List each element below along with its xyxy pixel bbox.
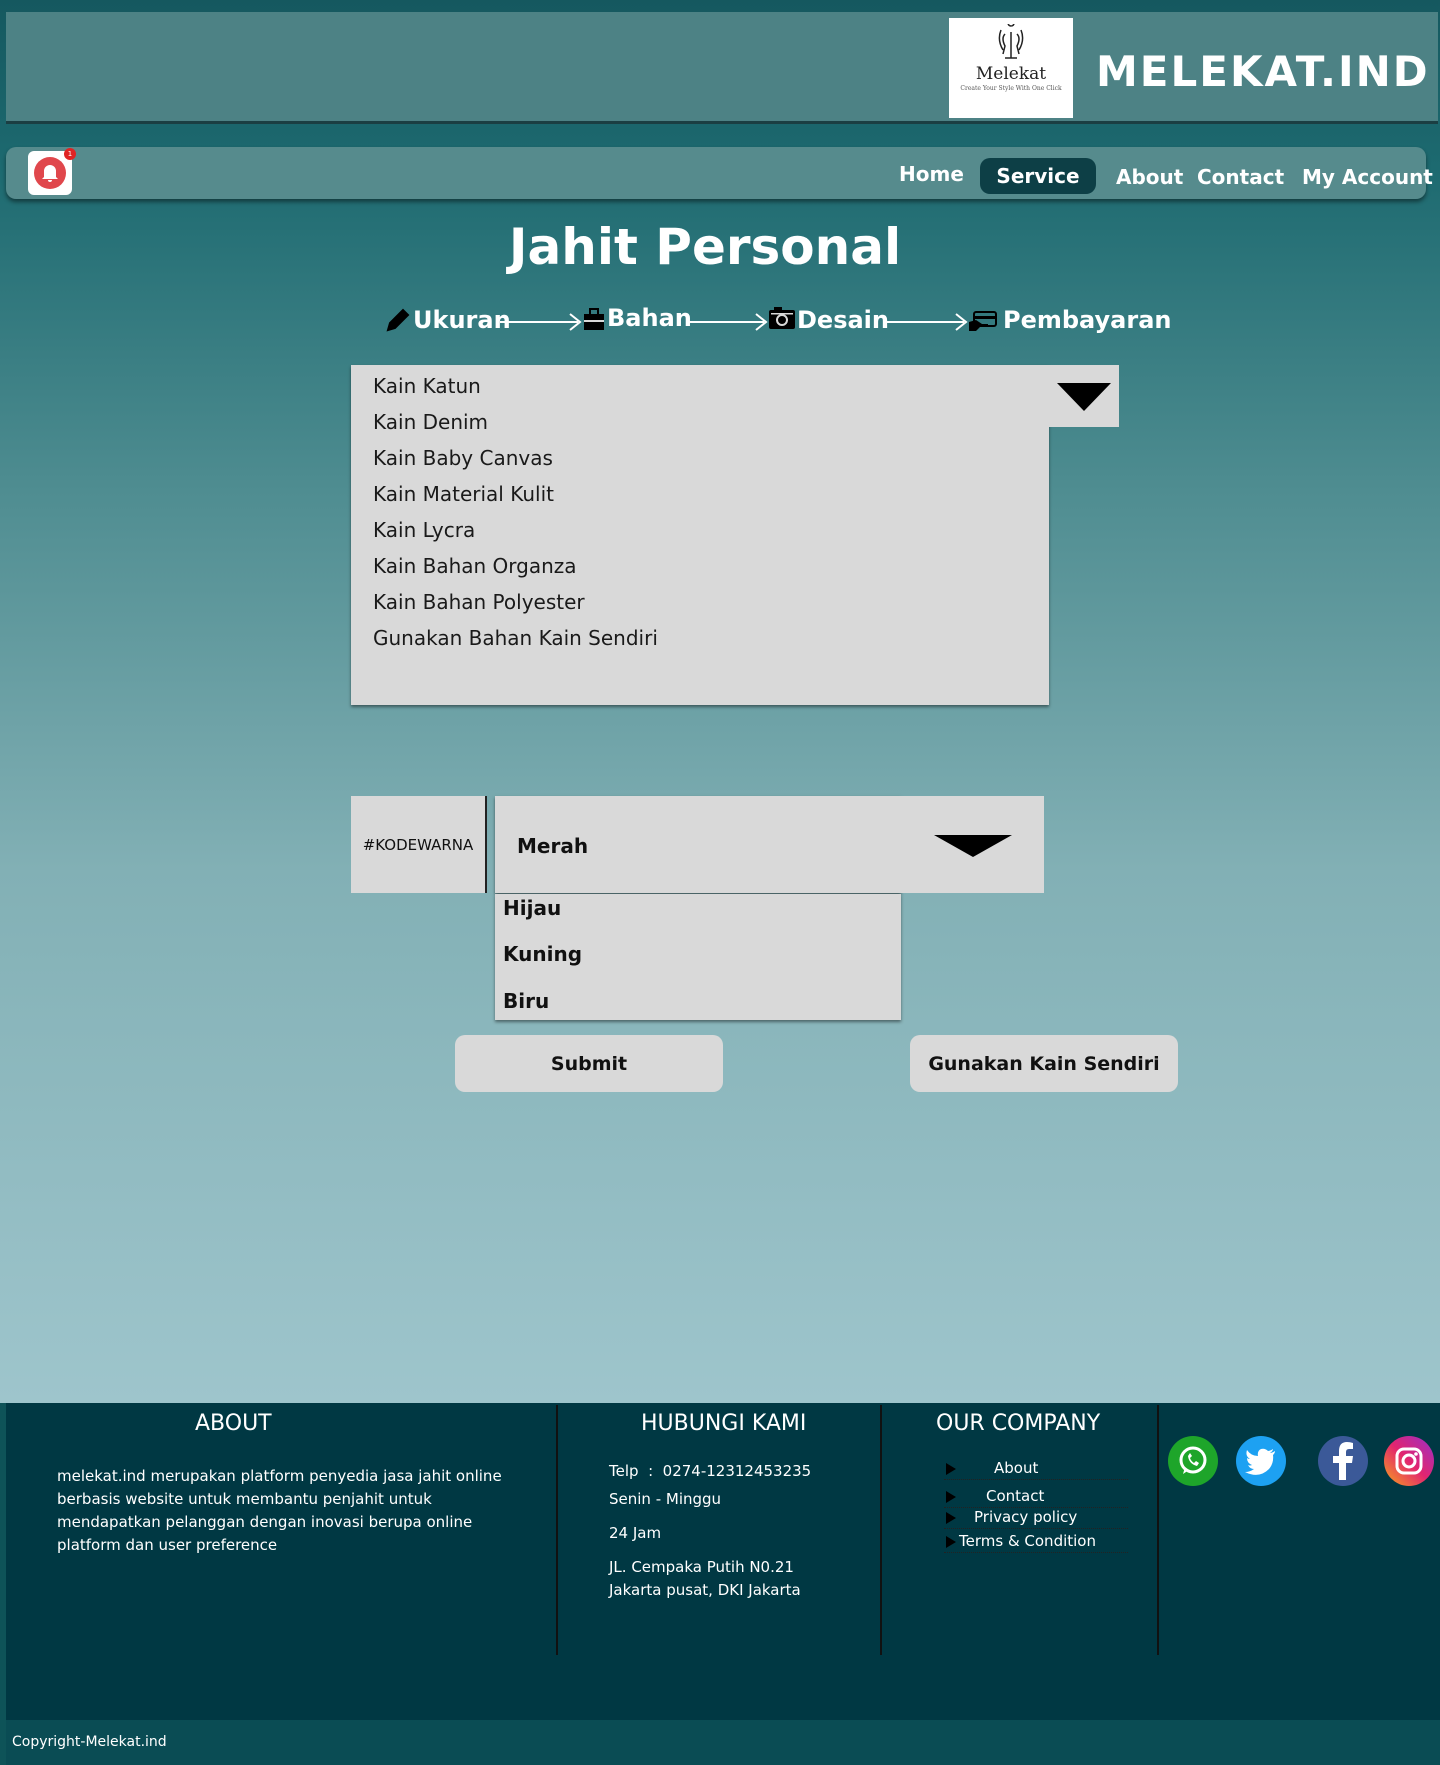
color-option[interactable]: Hijau (503, 896, 561, 920)
step-arrow-icon (686, 313, 768, 331)
facebook-icon[interactable] (1318, 1436, 1368, 1486)
submit-button[interactable]: Submit (455, 1035, 723, 1092)
step-desain[interactable]: Desain (797, 306, 889, 334)
footer-link-terms[interactable]: Terms & Condition (944, 1531, 1128, 1553)
bell-icon (34, 157, 66, 189)
footer-divider (556, 1405, 558, 1655)
fabric-select-list[interactable]: Kain Katun Kain Denim Kain Baby Canvas K… (351, 365, 1049, 705)
main-nav: 1 Home Service About Contact My Account (6, 147, 1433, 199)
fabric-option[interactable]: Kain Lycra (373, 518, 475, 542)
footer-about-heading: ABOUT (195, 1411, 272, 1436)
fabric-option[interactable]: Kain Bahan Polyester (373, 590, 585, 614)
step-pembayaran[interactable]: Pembayaran (1003, 306, 1171, 334)
color-selected-value: Merah (517, 834, 589, 858)
site-footer: ABOUT melekat.ind merupakan platform pen… (6, 1403, 1440, 1720)
color-code-label: #KODEWARNA (351, 796, 487, 893)
whatsapp-icon[interactable] (1168, 1436, 1218, 1486)
triangle-right-icon (946, 1536, 956, 1548)
own-fabric-button[interactable]: Gunakan Kain Sendiri (910, 1035, 1178, 1092)
fabric-option[interactable]: Kain Bahan Organza (373, 554, 577, 578)
footer-link-contact[interactable]: Contact (944, 1486, 1128, 1508)
notification-badge: 1 (64, 148, 76, 160)
page-title: Jahit Personal (508, 218, 902, 276)
footer-link-about[interactable]: About (944, 1458, 1128, 1480)
color-dropdown-toggle[interactable] (901, 796, 1044, 893)
footer-about-text: melekat.ind merupakan platform penyedia … (57, 1467, 502, 1554)
nav-service[interactable]: Service (980, 158, 1096, 194)
instagram-icon[interactable] (1384, 1436, 1434, 1486)
copyright-bar: Copyright-Melekat.ind (6, 1720, 1440, 1765)
fabric-option[interactable]: Kain Katun (373, 374, 481, 398)
step-bahan[interactable]: Bahan (607, 304, 692, 332)
fabric-dropdown-toggle[interactable] (1049, 365, 1119, 427)
footer-divider (880, 1405, 882, 1655)
triangle-down-icon (933, 834, 1012, 857)
footer-hours: 24 Jam (609, 1524, 662, 1542)
step-arrow-icon (500, 313, 582, 331)
twitter-icon[interactable] (1236, 1436, 1286, 1486)
payment-icon (969, 311, 997, 331)
footer-link-privacy[interactable]: Privacy policy (944, 1507, 1128, 1529)
triangle-down-icon (1057, 383, 1111, 411)
brand-name: MELEKAT.IND (1096, 47, 1430, 96)
color-select[interactable]: Merah (495, 796, 901, 893)
color-option[interactable]: Kuning (503, 942, 582, 966)
footer-address-line1: JL. Cempaka Putih N0.21 (609, 1558, 794, 1576)
logo-name: Melekat (975, 64, 1047, 84)
fabric-option[interactable]: Kain Material Kulit (373, 482, 554, 506)
briefcase-icon (584, 308, 604, 330)
footer-link-label: Contact (986, 1487, 1045, 1505)
step-ukuran[interactable]: Ukuran (413, 306, 511, 334)
logo[interactable]: Melekat Create Your Style With One Click (949, 18, 1073, 118)
triangle-right-icon (946, 1512, 956, 1524)
notification-button[interactable]: 1 (28, 148, 76, 195)
footer-divider (1157, 1405, 1159, 1655)
footer-phone: Telp : 0274-12312453235 (609, 1462, 812, 1480)
step-arrow-icon (886, 313, 968, 331)
footer-link-label: Terms & Condition (959, 1532, 1096, 1550)
color-options-list: Hijau Kuning Biru (495, 894, 901, 1020)
footer-link-label: About (994, 1459, 1039, 1477)
nav-contact[interactable]: Contact (1197, 165, 1284, 189)
footer-days: Senin - Minggu (609, 1490, 722, 1508)
nav-home[interactable]: Home (899, 162, 964, 186)
fabric-option[interactable]: Kain Baby Canvas (373, 446, 553, 470)
footer-company-heading: OUR COMPANY (936, 1411, 1101, 1436)
pencil-icon (386, 308, 410, 332)
mannequin-logo-icon (998, 24, 1024, 59)
triangle-right-icon (946, 1491, 956, 1503)
nav-about[interactable]: About (1116, 165, 1183, 189)
copyright-text: Copyright-Melekat.ind (12, 1734, 167, 1750)
fabric-option[interactable]: Kain Denim (373, 410, 488, 434)
triangle-right-icon (946, 1463, 956, 1475)
footer-link-label: Privacy policy (974, 1508, 1078, 1526)
footer-contact-heading: HUBUNGI KAMI (641, 1411, 807, 1436)
logo-tagline: Create Your Style With One Click (960, 85, 1062, 92)
color-option[interactable]: Biru (503, 989, 549, 1013)
site-header: Melekat Create Your Style With One Click… (6, 12, 1438, 124)
nav-my-account[interactable]: My Account (1302, 165, 1433, 189)
camera-icon (769, 307, 795, 329)
footer-address-line2: Jakarta pusat, DKI Jakarta (609, 1581, 801, 1599)
fabric-option[interactable]: Gunakan Bahan Kain Sendiri (373, 626, 658, 650)
